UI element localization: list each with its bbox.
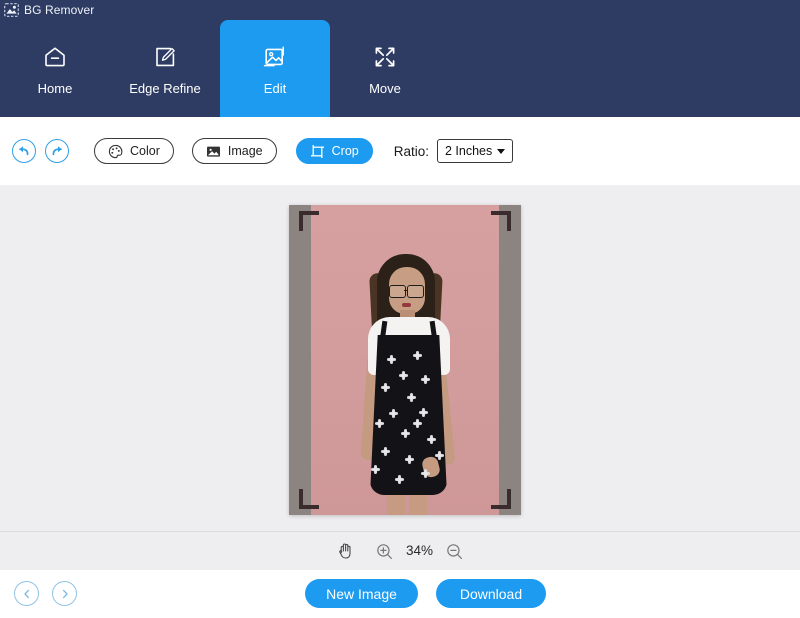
- next-image-button[interactable]: [52, 581, 77, 606]
- chevron-right-icon: [59, 588, 71, 600]
- pen-edit-icon: [151, 43, 179, 71]
- undo-arrow-icon: [17, 144, 31, 158]
- color-button-label: Color: [130, 143, 160, 158]
- zoom-out-icon: [446, 543, 463, 560]
- download-button[interactable]: Download: [436, 579, 546, 608]
- title-bar: BG Remover: [0, 0, 800, 20]
- home-icon: [41, 43, 69, 71]
- image-button[interactable]: Image: [191, 138, 277, 164]
- redo-button[interactable]: [45, 139, 69, 163]
- redo-arrow-icon: [50, 144, 64, 158]
- bg-remover-app: BG Remover Home Edge Refine Edit Move Co…: [0, 0, 800, 618]
- zoom-out-button[interactable]: [446, 543, 463, 560]
- nav-tab-home[interactable]: Home: [0, 20, 110, 117]
- undo-button[interactable]: [12, 139, 36, 163]
- pagination-controls: [14, 581, 77, 606]
- crop-handle-bottom-left[interactable]: [299, 489, 319, 509]
- crop-handle-bottom-right[interactable]: [491, 489, 511, 509]
- image-edit-icon: [261, 43, 289, 71]
- ratio-selected-value: 2 Inches: [445, 143, 493, 158]
- main-navigation-bar: Home Edge Refine Edit Move: [0, 20, 800, 117]
- nav-tab-label: Edge Refine: [129, 80, 201, 96]
- crop-button-label: Crop: [331, 143, 359, 158]
- ratio-label: Ratio:: [393, 143, 429, 159]
- crop-button[interactable]: Crop: [295, 138, 373, 164]
- subject-portrait: [311, 205, 499, 515]
- move-arrows-icon: [371, 43, 399, 71]
- new-image-button[interactable]: New Image: [305, 579, 418, 608]
- zoom-in-icon: [376, 543, 393, 560]
- nav-tab-list: Home Edge Refine Edit Move: [0, 20, 440, 117]
- hand-pan-icon: [337, 542, 354, 560]
- photo-image: [311, 205, 499, 515]
- color-button[interactable]: Color: [94, 138, 174, 164]
- crop-frame[interactable]: [289, 205, 521, 515]
- nav-tab-edge-refine[interactable]: Edge Refine: [110, 20, 220, 117]
- app-logo-icon: [4, 3, 19, 17]
- nav-tab-label: Edit: [263, 80, 287, 96]
- previous-image-button[interactable]: [14, 581, 39, 606]
- image-button-label: Image: [227, 143, 263, 158]
- chevron-down-icon: [497, 148, 506, 154]
- zoom-controls-bar: 34%: [0, 532, 800, 570]
- zoom-in-button[interactable]: [376, 543, 393, 560]
- primary-actions: New Image Download: [305, 579, 546, 608]
- ratio-select[interactable]: 2 Inches: [437, 139, 514, 163]
- nav-tab-label: Move: [369, 80, 401, 96]
- nav-tab-move[interactable]: Move: [330, 20, 440, 117]
- app-title: BG Remover: [24, 3, 95, 17]
- palette-icon: [108, 144, 123, 159]
- picture-icon: [206, 144, 221, 159]
- chevron-left-icon: [21, 588, 33, 600]
- crop-frame-icon: [310, 144, 325, 159]
- pan-tool-button[interactable]: [337, 542, 354, 560]
- edit-toolbar: Color Image Crop Ratio: 2 Inches: [0, 117, 800, 185]
- crop-handle-top-left[interactable]: [299, 211, 319, 231]
- nav-tab-label: Home: [37, 80, 73, 96]
- nav-tab-edit[interactable]: Edit: [220, 20, 330, 117]
- crop-handle-top-right[interactable]: [491, 211, 511, 231]
- zoom-level-value: 34%: [405, 543, 434, 559]
